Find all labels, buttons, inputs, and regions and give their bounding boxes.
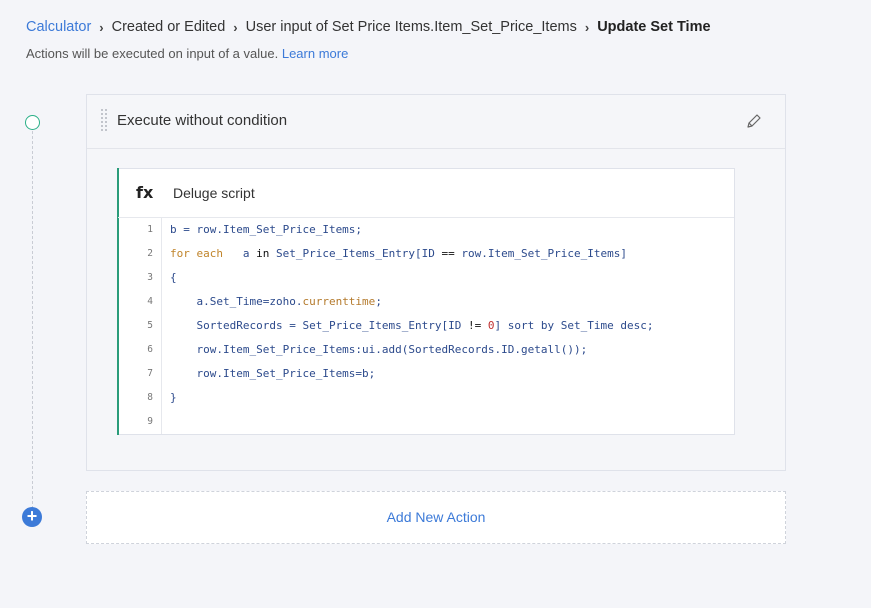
code-token: a.Set_Time=zoho.	[170, 295, 303, 308]
code-line: 2 for each a in Set_Price_Items_Entry[ID …	[118, 242, 734, 266]
timeline-connector	[32, 131, 33, 509]
line-number: 1	[147, 224, 153, 235]
page-subtitle: Actions will be executed on input of a v…	[26, 46, 348, 61]
line-code: row.Item_Set_Price_Items:ui.add(SortedRe…	[170, 338, 587, 362]
code-token: currenttime	[302, 295, 376, 308]
code-lines: 1 b = row.Item_Set_Price_Items; 2 for each …	[118, 218, 734, 434]
chevron-right-icon: ›	[233, 19, 238, 35]
line-code: a.Set_Time=zoho.currenttime;	[170, 290, 382, 314]
script-label: Deluge script	[173, 185, 255, 201]
code-token: ==	[441, 247, 455, 260]
code-token: row.Item_Set_Price_Items]	[454, 247, 627, 260]
line-number: 3	[147, 272, 153, 283]
code-line: 9	[118, 410, 734, 434]
code-line: 3{	[118, 266, 734, 290]
breadcrumb-calculator[interactable]: Calculator	[26, 19, 91, 35]
code-token: }	[170, 391, 177, 404]
drag-handle-icon[interactable]	[101, 109, 107, 131]
script-header: fx Deluge script	[118, 169, 734, 218]
line-number: 4	[147, 296, 153, 307]
action-header: Execute without condition	[87, 95, 785, 149]
code-token: in	[256, 247, 270, 260]
line-code: row.Item_Set_Price_Items=b;	[170, 362, 375, 386]
breadcrumb-current: Update Set Time	[597, 19, 711, 35]
line-number: 6	[147, 344, 153, 355]
line-code: for each a in Set_Price_Items_Entry[ID =…	[170, 242, 627, 266]
code-line: 6 row.Item_Set_Price_Items:ui.add(Sorted…	[118, 338, 734, 362]
action-card: Execute without condition fx Deluge scri…	[86, 94, 786, 471]
code-token: a	[229, 247, 257, 260]
code-token: row.Item_Set_Price_Items:ui.add(SortedRe…	[170, 343, 588, 356]
code-token: row.Item_Set_Price_Items=b;	[170, 367, 376, 380]
code-editor[interactable]: 1 b = row.Item_Set_Price_Items; 2 for each …	[118, 218, 734, 434]
add-new-action-button[interactable]: Add New Action	[86, 491, 786, 544]
learn-more-link[interactable]: Learn more	[282, 46, 348, 61]
action-title: Execute without condition	[117, 112, 288, 129]
code-line: 4 a.Set_Time=zoho.currenttime;	[118, 290, 734, 314]
code-token: !=	[468, 319, 482, 332]
line-number: 5	[147, 320, 153, 331]
line-number: 8	[147, 392, 153, 403]
code-token: SortedRecords = Set_Price_Items_Entry[ID	[170, 319, 469, 332]
breadcrumb: Calculator › Created or Edited › User in…	[26, 19, 711, 35]
code-line: 7 row.Item_Set_Price_Items=b;	[118, 362, 734, 386]
code-token: 0	[487, 319, 495, 332]
line-code: SortedRecords = Set_Price_Items_Entry[ID…	[170, 314, 653, 338]
code-line: 1 b = row.Item_Set_Price_Items;	[118, 218, 734, 242]
line-number: 9	[147, 416, 153, 427]
chevron-right-icon: ›	[99, 19, 104, 35]
code-token: ] sort by Set_Time desc;	[494, 319, 654, 332]
line-code: b = row.Item_Set_Price_Items;	[170, 218, 362, 242]
code-line: 8}	[118, 386, 734, 410]
code-token: ;	[375, 295, 382, 308]
breadcrumb-created-or-edited: Created or Edited	[111, 19, 226, 35]
code-line: 5 SortedRecords = Set_Price_Items_Entry[…	[118, 314, 734, 338]
code-token: {	[170, 271, 177, 284]
start-node-icon	[25, 115, 40, 130]
breadcrumb-user-input: User input of Set Price Items.Item_Set_P…	[245, 19, 577, 35]
chevron-right-icon: ›	[584, 19, 590, 35]
plus-icon[interactable]: +	[22, 507, 42, 527]
line-code: }	[170, 386, 177, 410]
function-icon: fx	[136, 183, 154, 202]
line-number: 7	[147, 368, 153, 379]
code-token: Set_Price_Items_Entry[ID	[269, 247, 442, 260]
line-code: {	[170, 266, 177, 290]
code-token: for each	[170, 247, 230, 260]
pencil-icon[interactable]	[745, 112, 763, 130]
deluge-script-block[interactable]: fx Deluge script 1 b = row.Item_Set_Price…	[117, 168, 735, 435]
subtitle-text: Actions will be executed on input of a v…	[26, 46, 279, 61]
code-token: b = row.Item_Set_Price_Items;	[170, 223, 363, 236]
line-number: 2	[147, 248, 153, 259]
